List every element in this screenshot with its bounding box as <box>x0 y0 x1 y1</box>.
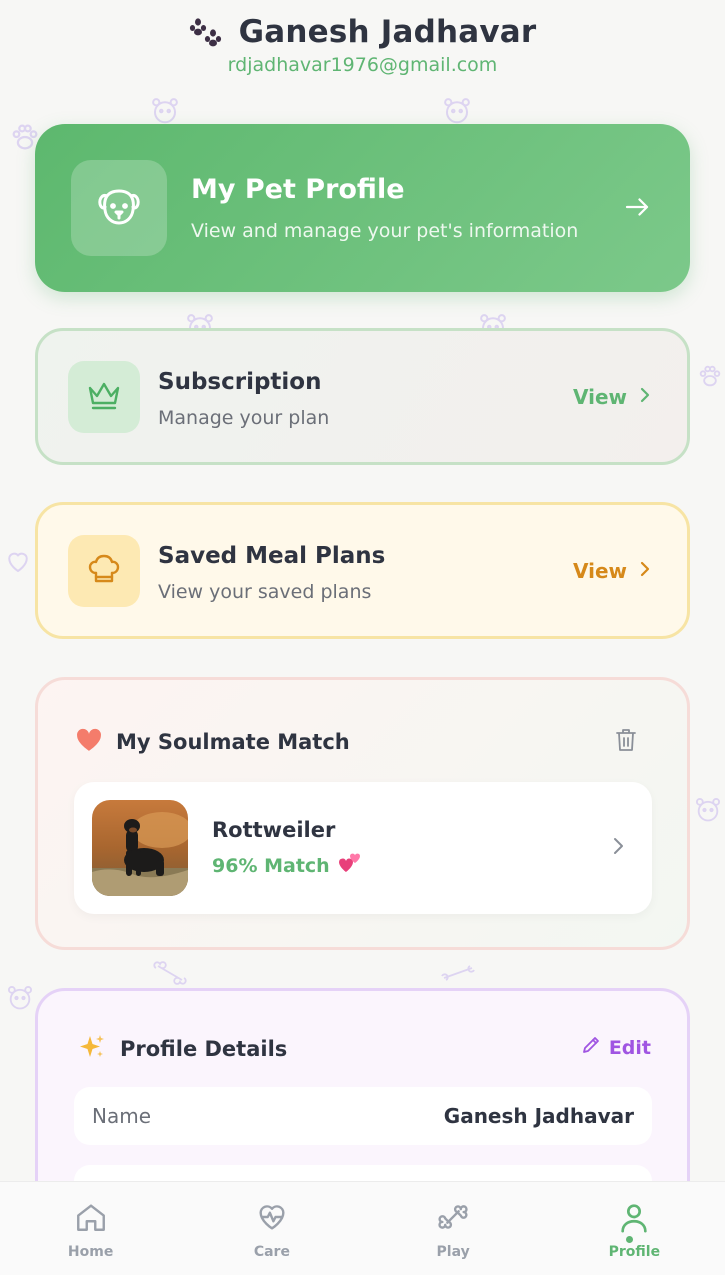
dog-face-decoration-icon <box>6 984 34 1012</box>
subscription-subtitle: Manage your plan <box>158 407 330 429</box>
profile-details-header: Profile Details <box>78 1033 287 1065</box>
soulmate-match-card: My Soulmate Match Rottweiler 96% Match <box>35 677 690 950</box>
nav-home[interactable]: Home <box>0 1182 181 1275</box>
dog-photo <box>92 800 188 896</box>
crown-icon <box>86 379 122 415</box>
soulmate-title: My Soulmate Match <box>116 730 350 754</box>
pencil-icon <box>581 1035 601 1060</box>
user-icon <box>617 1200 651 1238</box>
pet-profile-title: My Pet Profile <box>191 174 405 205</box>
nav-label: Profile <box>608 1244 661 1260</box>
nav-label: Home <box>67 1244 114 1260</box>
user-email: rdjadhavar1976@gmail.com <box>227 54 498 76</box>
bone-decoration-icon <box>150 958 190 988</box>
home-icon <box>74 1200 108 1238</box>
detail-row-name: Name Ganesh Jadhavar <box>74 1087 652 1145</box>
subscription-title: Subscription <box>158 369 322 395</box>
detail-label: Name <box>92 1104 152 1128</box>
dog-face-icon <box>95 182 143 234</box>
chevron-right-icon <box>639 385 651 409</box>
bottom-nav: Home Care Play Profile <box>0 1181 725 1275</box>
arrow-right-icon <box>622 192 652 226</box>
pet-icon-box <box>71 160 167 256</box>
match-percent-label: 96% Match <box>212 854 330 877</box>
bone-decoration-icon <box>438 958 478 988</box>
trash-icon[interactable] <box>615 728 637 756</box>
meal-plans-subtitle: View your saved plans <box>158 581 372 603</box>
meal-icon-box <box>68 535 140 607</box>
detail-value: Ganesh Jadhavar <box>443 1104 634 1128</box>
match-percent: 96% Match <box>212 852 362 879</box>
active-indicator-dot <box>626 1236 633 1243</box>
heart-pulse-icon <box>255 1200 289 1238</box>
paw-icon <box>189 15 225 49</box>
edit-button[interactable]: Edit <box>581 1035 651 1060</box>
subscription-icon-box <box>68 361 140 433</box>
pet-profile-subtitle: View and manage your pet's information <box>191 220 579 242</box>
chevron-right-icon <box>612 836 624 860</box>
profile-screen: Ganesh Jadhavar rdjadhavar1976@gmail.com… <box>0 0 725 1275</box>
heart-icon <box>76 728 102 756</box>
nav-profile[interactable]: Profile <box>544 1182 725 1275</box>
view-label: View <box>572 385 627 409</box>
heart-decoration-icon <box>3 546 33 576</box>
two-hearts-icon <box>338 852 362 879</box>
nav-care[interactable]: Care <box>181 1182 362 1275</box>
meal-plans-view-link[interactable]: View <box>573 559 651 583</box>
profile-details-title: Profile Details <box>120 1037 288 1061</box>
user-name: Ganesh Jadhavar <box>238 14 537 50</box>
header-title-row: Ganesh Jadhavar <box>0 14 725 50</box>
nav-play[interactable]: Play <box>363 1182 544 1275</box>
subscription-view-link[interactable]: View <box>573 385 651 409</box>
edit-label: Edit <box>608 1036 651 1059</box>
chevron-right-icon <box>639 559 651 583</box>
saved-meal-plans-card[interactable]: Saved Meal Plans View your saved plans V… <box>35 502 690 639</box>
match-item[interactable]: Rottweiler 96% Match <box>74 782 652 914</box>
pet-profile-card[interactable]: My Pet Profile View and manage your pet'… <box>35 124 690 292</box>
subscription-card[interactable]: Subscription Manage your plan View <box>35 328 690 465</box>
soulmate-header: My Soulmate Match <box>76 728 350 756</box>
meal-plans-title: Saved Meal Plans <box>158 543 386 569</box>
bone-icon <box>436 1200 470 1238</box>
nav-label: Care <box>253 1244 290 1260</box>
chef-hat-icon <box>86 551 122 591</box>
dog-face-decoration-icon <box>694 796 722 824</box>
match-breed-name: Rottweiler <box>212 818 336 842</box>
profile-header: Ganesh Jadhavar rdjadhavar1976@gmail.com <box>0 14 725 76</box>
dog-face-decoration-icon <box>442 96 472 126</box>
view-label: View <box>572 559 627 583</box>
paw-decoration-icon <box>696 362 724 390</box>
dog-face-decoration-icon <box>150 96 180 126</box>
nav-label: Play <box>436 1244 470 1260</box>
sparkles-icon <box>78 1033 106 1065</box>
